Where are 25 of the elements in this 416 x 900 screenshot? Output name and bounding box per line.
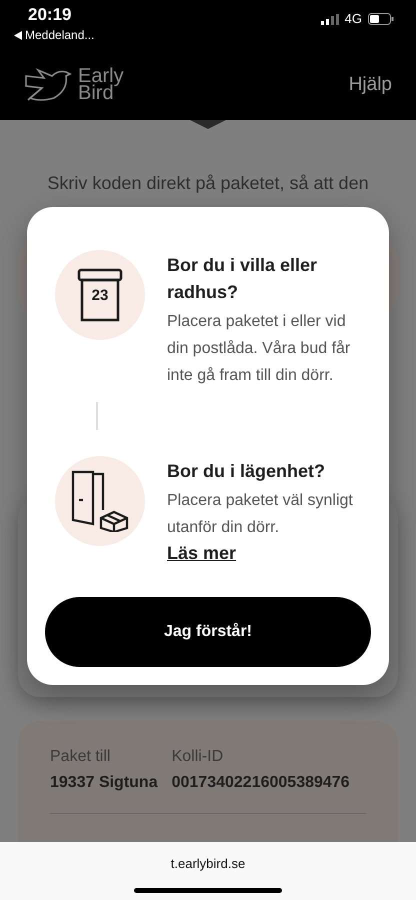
instruction-text: Skriv koden direkt på paketet, så att den [47, 172, 369, 195]
chevron-icon [190, 120, 226, 130]
option-title: Bor du i lägenhet? [167, 460, 326, 483]
option-description: Placera paketet väl synligt utanför din dörr. [167, 491, 354, 538]
signal-icon [320, 14, 339, 24]
clock: 20:19 [27, 4, 72, 26]
back-arrow-icon [14, 30, 22, 40]
option-title: Bor du i villa eller radhus? [167, 254, 318, 304]
confirm-button[interactable]: Jag förstår! [45, 597, 371, 667]
logo-text: Early [78, 68, 124, 85]
logo-text: Bird [78, 85, 114, 102]
divider-line [96, 402, 98, 430]
network-label: 4G [344, 10, 362, 28]
field-value: 00173402216005389476 [172, 773, 350, 793]
back-app-label[interactable]: Meddeland... [25, 26, 94, 44]
battery-icon [368, 13, 394, 25]
field-value: 19337 Sigtuna [50, 773, 158, 793]
door-and-box-icon [71, 470, 129, 532]
help-link[interactable]: Hjälp [348, 70, 392, 100]
option-description: Placera paketet i eller vid din postlåda. Våra bud får inte gå fram till din dörr. [167, 312, 352, 386]
field-label: Kolli-ID [172, 747, 224, 767]
read-more-link[interactable]: Läs mer [167, 541, 236, 565]
url-label: t.earlybird.se [170, 855, 246, 873]
field-label: Paket till [50, 747, 112, 767]
bird-logo-icon [24, 68, 74, 102]
